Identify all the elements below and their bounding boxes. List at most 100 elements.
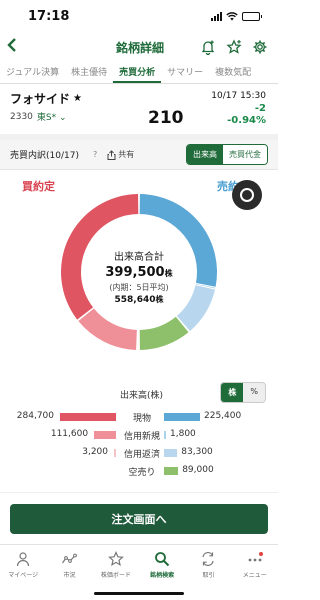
- market-selector[interactable]: 東S* ⌄: [37, 110, 67, 123]
- breakdown-row: 111,600 信用新規 1,800: [0, 426, 278, 444]
- buy-slice-1: [78, 308, 137, 350]
- total-volume: 399,500株: [0, 265, 278, 280]
- category-label: 信用返済: [123, 450, 160, 460]
- stock-code: 2330: [10, 111, 33, 122]
- buy-bar: [114, 449, 116, 457]
- star-plus-icon[interactable]: [226, 39, 242, 55]
- nav-label-mypage: マイページ: [8, 572, 39, 579]
- sell-value: 225,400: [204, 411, 242, 421]
- sell-value: 89,000: [182, 465, 214, 475]
- unit-label: 出来高(株): [120, 391, 164, 401]
- sell-bar: [164, 449, 178, 457]
- status-bar: 17:18: [0, 0, 278, 32]
- sell-slice-3: [139, 316, 189, 350]
- unit-row: 出来高(株) 株 %: [0, 380, 278, 403]
- toggle-value[interactable]: 売買代金: [223, 145, 267, 164]
- donut-chart-area: 買約定 売約定 出来高合計 399,500株 (内期：5日平均) 558,640…: [0, 170, 278, 380]
- unit-toggle: 株 %: [220, 382, 266, 403]
- person-icon: [17, 552, 30, 567]
- stock-price: 210: [148, 108, 184, 128]
- home-indicator: [94, 592, 184, 595]
- share-icon: [107, 149, 116, 160]
- buy-bar: [94, 431, 116, 439]
- trade-icon: [202, 552, 215, 566]
- change-percent: -0.94%: [227, 115, 266, 126]
- sell-bar: [164, 413, 200, 421]
- search-icon: [155, 552, 170, 567]
- share-button[interactable]: 共有: [107, 149, 134, 160]
- nav-label-market: 市況: [63, 572, 76, 579]
- breakdown-rows: 284,700 現物 225,400 111,600 信用新規 1,800 3,200 信用返…: [0, 402, 278, 480]
- breakdown-row: 3,200 信用返済 83,300: [0, 444, 278, 462]
- star-icon[interactable]: ★: [73, 93, 82, 104]
- breakdown-row: 284,700 現物 225,400: [0, 408, 278, 426]
- nav-label-trade: 取引: [202, 572, 215, 579]
- order-button[interactable]: 注文画面へ: [10, 504, 268, 534]
- tab-summary[interactable]: サマリー: [161, 65, 209, 83]
- total-title: 出来高合計: [114, 252, 164, 263]
- nav-label-board: 株価ボード: [100, 572, 131, 579]
- stock-datetime: 10/17 15:30: [211, 91, 266, 101]
- page-title: 銘柄詳細: [116, 40, 165, 55]
- share-label: 共有: [118, 150, 135, 159]
- tab-bar: ジュアル決算 株主優待 売買分析 サマリー 複数気配: [0, 62, 278, 84]
- order-area: 注文画面へ: [0, 492, 278, 544]
- stock-header: フォサイド ★ 2330 東S* ⌄ 10/17 15:30 210 -2 -0…: [0, 84, 278, 134]
- average-volume-unit: 株: [155, 295, 164, 304]
- metric-toggle: 出来高 売買代金: [186, 144, 268, 165]
- donut-center: 出来高合計 399,500株 (内期：5日平均) 558,640株: [0, 248, 278, 305]
- category-label: 現物: [132, 414, 151, 424]
- battery-icon: [242, 11, 262, 21]
- nav-bar: 銘柄詳細: [0, 32, 278, 62]
- section-title: 売買内訳(10/17): [10, 151, 79, 161]
- average-label: (内期：5日平均): [109, 283, 169, 292]
- tab-shareholder-benefits[interactable]: 株主優待: [65, 65, 113, 83]
- signal-icon: [211, 11, 222, 21]
- category-label: 空売り: [128, 468, 156, 478]
- floating-action-button[interactable]: [232, 180, 262, 210]
- average-volume: 558,640株: [0, 294, 278, 305]
- menu-icon: [248, 552, 263, 562]
- nav-item-trade[interactable]: 取引: [185, 545, 231, 600]
- star-icon: [107, 551, 124, 567]
- market-icon: [62, 553, 78, 564]
- buy-value: 111,600: [50, 429, 89, 439]
- total-volume-unit: 株: [164, 269, 173, 278]
- tab-multiple-quotes[interactable]: 複数気配: [209, 65, 257, 83]
- tab-trade-analysis[interactable]: 売買分析: [113, 65, 162, 83]
- nav-item-market[interactable]: 市況: [46, 545, 92, 600]
- sell-value: 1,800: [170, 429, 196, 439]
- breakdown-row: 空売り 89,000: [0, 462, 278, 480]
- nav-actions: [200, 39, 268, 55]
- stock-name: フォサイド: [10, 92, 71, 106]
- status-time: 17:18: [28, 8, 70, 24]
- bell-plus-icon[interactable]: [200, 39, 216, 55]
- buy-value: 3,200: [82, 447, 108, 457]
- section-header: 売買内訳(10/17) ? 共有 出来高 売買代金: [0, 140, 278, 170]
- buy-label: 買約定: [22, 180, 55, 193]
- sell-bar: [164, 467, 179, 475]
- total-volume-value: 399,500: [105, 265, 165, 280]
- nav-item-menu[interactable]: メニュー: [232, 545, 278, 600]
- change-value: -2: [254, 103, 266, 114]
- market-label: 東S*: [36, 113, 57, 123]
- nav-item-mypage[interactable]: マイページ: [0, 545, 46, 600]
- nav-label-menu: メニュー: [242, 572, 267, 579]
- status-icons: [211, 11, 262, 21]
- category-label: 信用新規: [123, 432, 160, 442]
- nav-label-search: 銘柄検索: [150, 572, 175, 579]
- unit-percent-button[interactable]: %: [243, 383, 265, 402]
- unit-shares-button[interactable]: 株: [221, 383, 244, 402]
- buy-bar: [60, 413, 116, 421]
- sell-value: 83,300: [181, 447, 213, 457]
- chevron-left-icon[interactable]: [6, 37, 26, 58]
- toggle-volume[interactable]: 出来高: [187, 145, 223, 164]
- average-volume-value: 558,640: [114, 295, 156, 305]
- buy-value: 284,700: [16, 411, 54, 421]
- wifi-icon: [226, 11, 238, 20]
- stock-change: -2 -0.94%: [227, 103, 266, 127]
- tab-visual-results[interactable]: ジュアル決算: [0, 65, 65, 83]
- sell-bar: [164, 431, 166, 439]
- gear-icon[interactable]: [252, 39, 268, 55]
- help-icon[interactable]: ?: [93, 150, 97, 159]
